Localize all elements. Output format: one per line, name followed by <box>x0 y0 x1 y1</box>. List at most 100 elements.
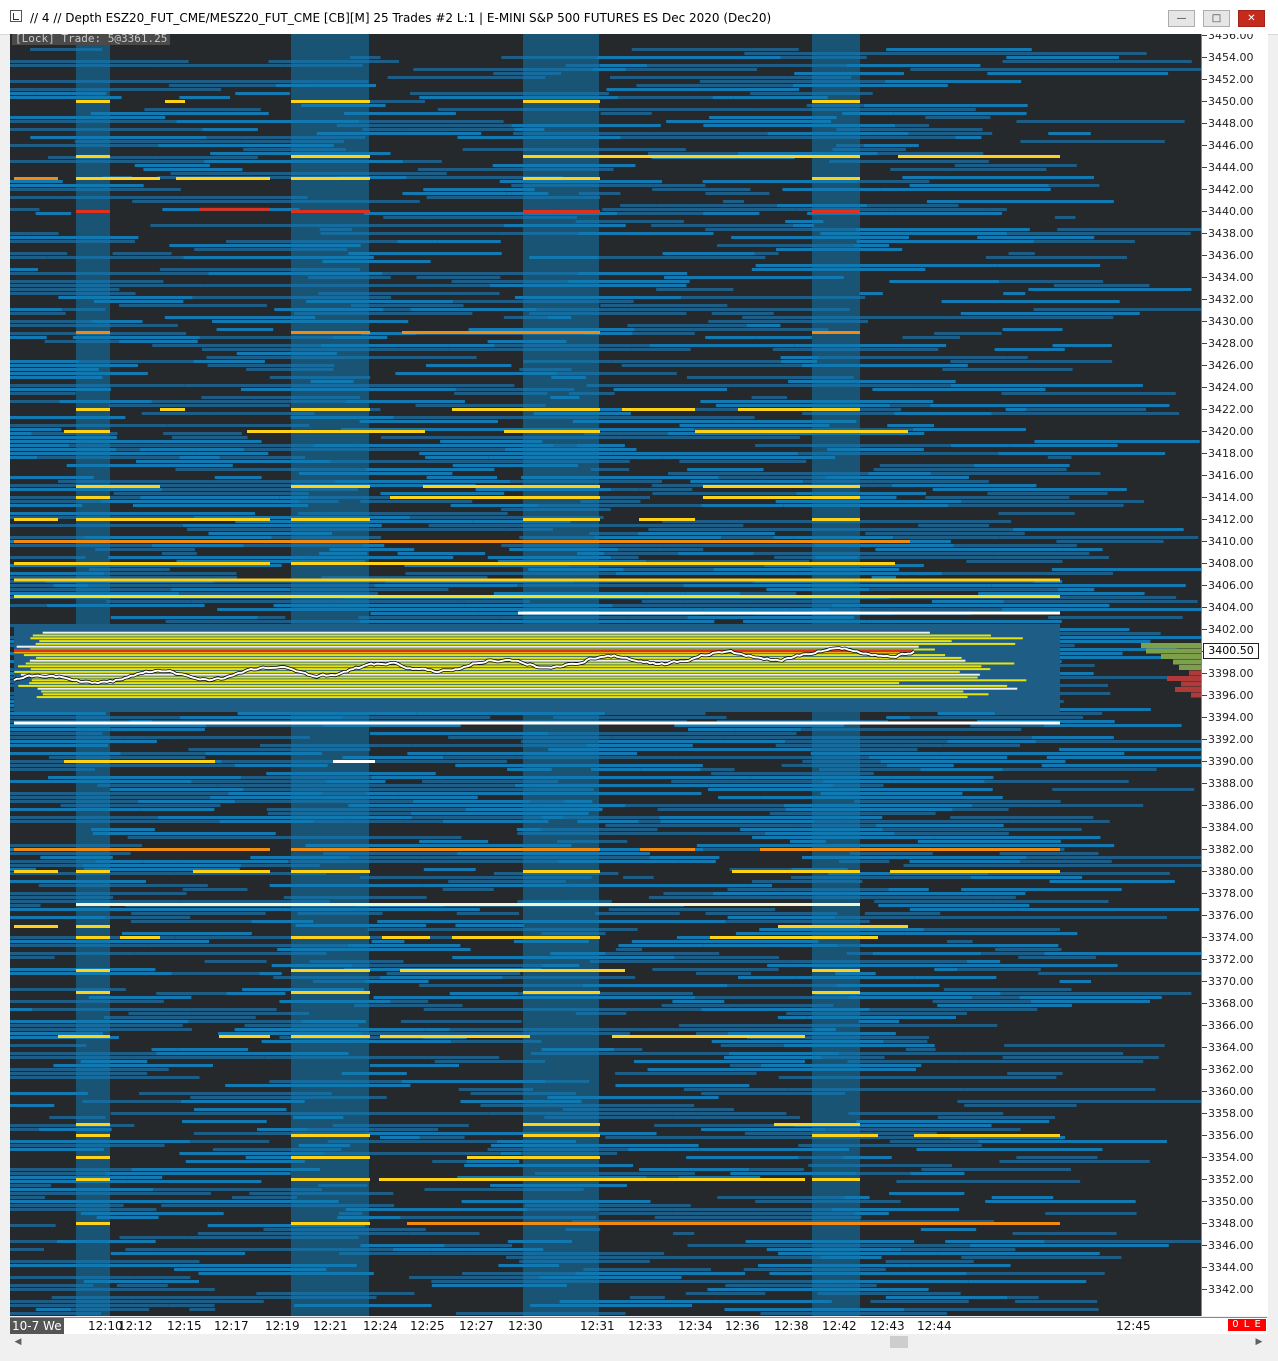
liquidity-band <box>1019 996 1162 999</box>
liquidity-band <box>119 1236 189 1239</box>
large-order-line <box>76 903 860 906</box>
time-axis-label: 12:33 <box>628 1319 663 1333</box>
liquidity-band <box>847 1060 960 1063</box>
price-axis-label: 3380.00 <box>1202 865 1254 878</box>
large-order-line <box>291 562 895 565</box>
liquidity-band <box>997 264 1101 267</box>
liquidity-band <box>1004 600 1198 603</box>
liquidity-band <box>955 136 982 139</box>
large-order-line <box>14 540 910 543</box>
maximize-button[interactable]: □ <box>1203 10 1230 27</box>
liquidity-band <box>193 360 265 363</box>
liquidity-band <box>399 500 473 503</box>
liquidity-band <box>371 940 405 943</box>
liquidity-band <box>165 1296 297 1299</box>
liquidity-band <box>10 512 142 515</box>
minimize-button[interactable]: — <box>1168 10 1195 27</box>
time-axis-label: 12:42 <box>822 1319 857 1333</box>
liquidity-band <box>392 1248 544 1251</box>
time-axis[interactable]: 10-7 We 12:10 12:12 12:15 12:17 12:19 12:21 12… <box>10 1317 1267 1334</box>
liquidity-band <box>641 600 755 603</box>
liquidity-band <box>442 888 494 891</box>
price-axis[interactable]: 3456.00 3454.00 3452.00 3450.00 3448.00 3446.… <box>1201 34 1268 1316</box>
time-axis-label: 12:31 <box>580 1319 615 1333</box>
liquidity-band <box>1029 500 1144 503</box>
liquidity-band <box>134 1276 191 1279</box>
liquidity-band <box>398 348 449 351</box>
liquidity-band <box>110 788 244 791</box>
large-order-line <box>64 760 215 763</box>
liquidity-band <box>10 312 66 315</box>
liquidity-band <box>426 476 498 479</box>
large-order-line <box>695 430 908 433</box>
liquidity-band <box>855 228 1030 231</box>
liquidity-heatmap[interactable]: [Lock] Trade: 5@3361.25 <box>10 34 1201 1316</box>
large-order-line <box>812 331 860 334</box>
price-axis-label: 3364.00 <box>1202 1041 1254 1054</box>
liquidity-band <box>128 1056 265 1059</box>
liquidity-band <box>909 908 1018 911</box>
liquidity-band <box>400 1020 522 1023</box>
liquidity-band <box>725 1284 813 1287</box>
liquidity-band <box>354 1004 463 1007</box>
large-order-line <box>523 210 600 213</box>
liquidity-band <box>100 500 300 503</box>
window-title: // 4 // Depth ESZ20_FUT_CME/MESZ20_FUT_C… <box>30 11 772 25</box>
liquidity-band <box>1018 956 1096 959</box>
liquidity-band <box>240 388 281 391</box>
liquidity-band <box>10 208 40 211</box>
large-order-line <box>76 331 110 334</box>
liquidity-band <box>359 420 499 423</box>
core-liquidity-line <box>36 696 968 699</box>
close-button[interactable]: ✕ <box>1238 10 1265 27</box>
liquidity-band <box>429 216 531 219</box>
window-icon[interactable] <box>10 10 22 22</box>
scroll-thumb[interactable] <box>890 1336 908 1348</box>
liquidity-band <box>137 908 187 911</box>
liquidity-band <box>1008 820 1110 823</box>
horizontal-scrollbar[interactable]: ◀ ▶ <box>10 1334 1267 1350</box>
liquidity-band <box>377 920 426 923</box>
price-axis-label: 3404.00 <box>1202 601 1254 614</box>
core-liquidity-line <box>37 687 1018 690</box>
liquidity-band <box>235 92 290 95</box>
liquidity-band <box>10 1224 56 1227</box>
liquidity-band <box>932 488 1015 491</box>
large-order-line <box>695 1222 1060 1225</box>
liquidity-band <box>972 804 1144 807</box>
liquidity-band <box>1017 908 1200 911</box>
liquidity-band <box>918 524 990 527</box>
liquidity-band <box>985 208 1007 211</box>
liquidity-band <box>1045 1212 1137 1215</box>
scroll-right-arrow-icon[interactable]: ▶ <box>1251 1334 1267 1350</box>
liquidity-band <box>1021 992 1192 995</box>
heatmap-canvas[interactable] <box>10 34 1201 1316</box>
liquidity-band <box>767 964 960 967</box>
price-axis-label: 3402.00 <box>1202 623 1254 636</box>
liquidity-band <box>889 280 1000 283</box>
liquidity-band <box>614 1048 643 1051</box>
liquidity-band <box>685 1292 766 1295</box>
liquidity-band <box>868 756 1008 759</box>
liquidity-band <box>740 1280 813 1283</box>
liquidity-band <box>865 532 1025 535</box>
liquidity-band <box>947 740 1036 743</box>
liquidity-band <box>948 504 1124 507</box>
price-axis-label: 3420.00 <box>1202 425 1254 438</box>
liquidity-band <box>984 780 1129 783</box>
liquidity-band <box>370 612 479 615</box>
large-order-line <box>523 518 600 521</box>
scroll-left-arrow-icon[interactable]: ◀ <box>10 1334 26 1350</box>
large-order-line <box>14 721 1060 725</box>
large-order-line <box>76 485 160 488</box>
liquidity-band <box>972 996 1020 999</box>
liquidity-band <box>364 980 429 983</box>
liquidity-band <box>966 560 1063 563</box>
large-order-line <box>639 518 695 521</box>
liquidity-band <box>41 332 187 335</box>
title-bar[interactable]: // 4 // Depth ESZ20_FUT_CME/MESZ20_FUT_C… <box>0 0 1278 35</box>
liquidity-band <box>854 400 934 403</box>
price-axis-label: 3450.00 <box>1202 95 1254 108</box>
large-order-line <box>291 408 370 411</box>
liquidity-band <box>964 1104 1077 1107</box>
